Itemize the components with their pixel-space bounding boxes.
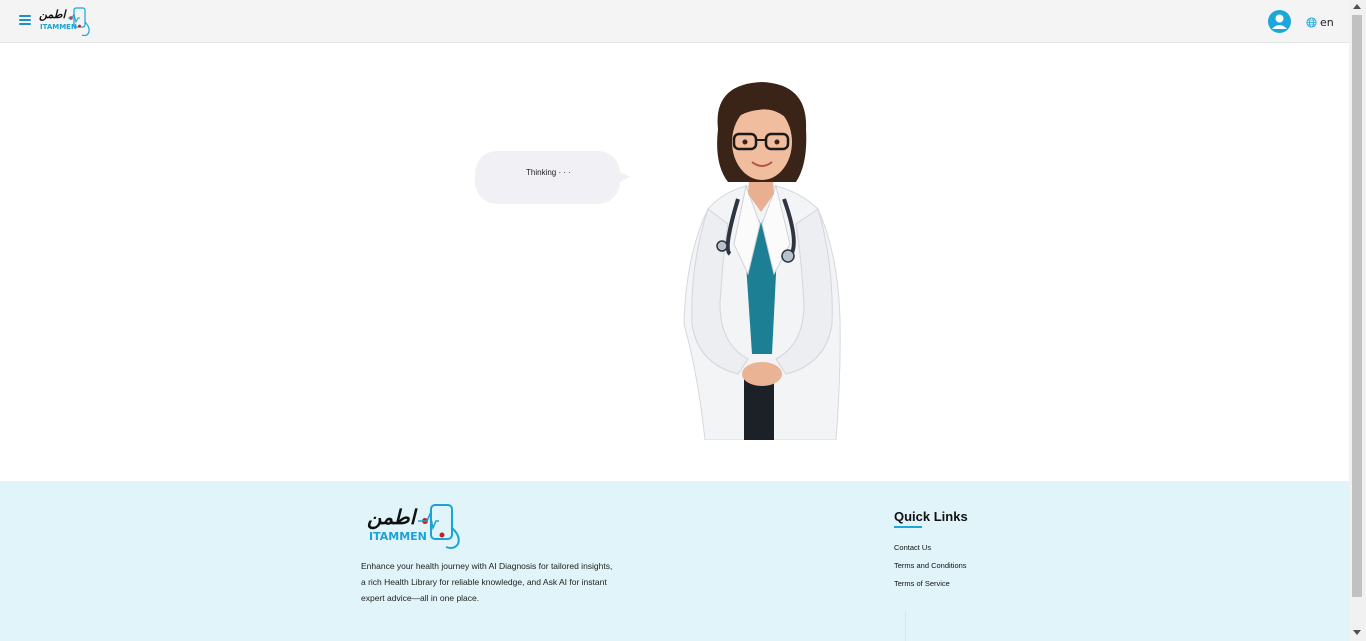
scroll-up-arrow-icon[interactable] <box>1353 4 1361 9</box>
logo-phone-stethoscope-icon <box>68 7 90 37</box>
footer <box>0 481 1349 641</box>
footer-logo[interactable]: اطمن ITAMMEN <box>366 502 462 550</box>
user-account-icon[interactable] <box>1268 10 1291 33</box>
scrollbar-thumb[interactable] <box>1352 15 1362 597</box>
terms-and-conditions-link[interactable]: Terms and Conditions <box>894 561 967 570</box>
hamburger-menu-icon[interactable] <box>19 15 31 25</box>
header-logo[interactable]: اطمن ITAMMEN <box>39 5 91 38</box>
quick-links-underline <box>894 526 922 528</box>
language-selector[interactable]: en <box>1306 14 1334 30</box>
footer-logo-phone-icon <box>418 504 460 549</box>
vertical-scrollbar[interactable] <box>1349 0 1366 641</box>
footer-description-line: a rich Health Library for reliable knowl… <box>361 577 607 587</box>
footer-description: Enhance your health journey with AI Diag… <box>361 558 641 606</box>
footer-description-line: Enhance your health journey with AI Diag… <box>361 561 613 571</box>
globe-icon <box>1306 16 1317 28</box>
scroll-down-arrow-icon[interactable] <box>1353 630 1361 635</box>
footer-divider <box>905 611 906 641</box>
quick-links-title: Quick Links <box>894 509 968 524</box>
speech-bubble: Thinking · · · <box>475 151 620 204</box>
language-label: en <box>1320 15 1334 29</box>
doctor-avatar-illustration <box>683 82 841 440</box>
terms-of-service-link[interactable]: Terms of Service <box>894 579 950 588</box>
contact-us-link[interactable]: Contact Us <box>894 543 931 552</box>
footer-description-line: expert advice—all in one place. <box>361 593 480 603</box>
top-header: اطمن ITAMMEN en <box>0 0 1349 43</box>
page: اطمن ITAMMEN en Thinking · · · اطمن ITAM… <box>0 0 1349 641</box>
thinking-text: Thinking · · · <box>526 168 571 177</box>
